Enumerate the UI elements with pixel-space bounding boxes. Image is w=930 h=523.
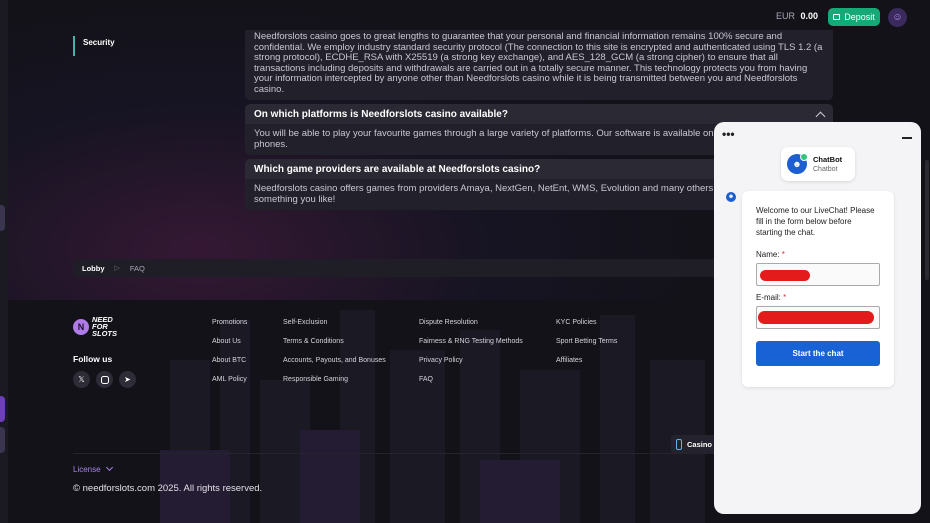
footer-link-affiliates[interactable]: Affiliates bbox=[556, 357, 582, 364]
currency-label: EUR bbox=[776, 11, 796, 21]
instagram-icon[interactable] bbox=[96, 371, 113, 388]
breadcrumb-current: FAQ bbox=[129, 263, 145, 273]
footer-link-kyc-policies[interactable]: KYC Policies bbox=[556, 319, 596, 326]
footer-link-fairness-rng[interactable]: Fairness & RNG Testing Methods bbox=[419, 338, 523, 345]
faq-answer-1: Needforslots casino goes to great length… bbox=[245, 30, 833, 100]
footer-link-faq[interactable]: FAQ bbox=[419, 376, 433, 383]
chevron-down-icon bbox=[105, 463, 113, 472]
balance-display[interactable]: EUR 0.00 bbox=[776, 11, 818, 21]
copyright: © needforslots.com 2025. All rights rese… bbox=[73, 483, 263, 494]
email-label-text: E-mail: bbox=[756, 293, 781, 302]
license-label: License bbox=[73, 465, 101, 474]
bot-card: ☻ ChatBot Chatbot bbox=[781, 147, 855, 181]
page-scrollbar[interactable] bbox=[925, 160, 929, 280]
faq-question-2[interactable]: On which platforms is Needforslots casin… bbox=[245, 104, 833, 124]
footer-divider bbox=[73, 453, 703, 454]
name-label: Name: * bbox=[756, 250, 880, 259]
rail-tab[interactable] bbox=[0, 205, 5, 231]
balance-amount: 0.00 bbox=[800, 11, 819, 21]
phone-icon bbox=[676, 439, 682, 450]
name-field[interactable] bbox=[756, 263, 880, 286]
required-mark: * bbox=[783, 293, 787, 302]
email-label: E-mail: * bbox=[756, 293, 880, 302]
email-field[interactable] bbox=[756, 306, 880, 329]
logo-icon: N bbox=[73, 318, 89, 335]
casino-badge-label: Casino bbox=[686, 440, 712, 449]
chat-widget: ••• ☻ ChatBot Chatbot ☻ Welcome to our L… bbox=[714, 122, 921, 514]
chatbot-avatar-icon: ☻ bbox=[787, 153, 808, 174]
breadcrumb-separator-icon: ▷ bbox=[114, 265, 120, 272]
footer-link-responsible-gaming[interactable]: Responsible Gaming bbox=[283, 376, 348, 383]
faq-category-security[interactable]: Security bbox=[73, 36, 115, 56]
redacted-mark bbox=[760, 270, 810, 281]
footer-link-aml-policy[interactable]: AML Policy bbox=[212, 376, 247, 383]
minimize-icon[interactable] bbox=[902, 137, 912, 139]
breadcrumb-lobby[interactable]: Lobby bbox=[82, 264, 105, 273]
casino-badge[interactable]: Casino bbox=[671, 435, 717, 454]
welcome-message: Welcome to our LiveChat! Please fill in … bbox=[756, 206, 875, 237]
rail-tab[interactable] bbox=[0, 427, 5, 453]
footer-link-terms[interactable]: Terms & Conditions bbox=[283, 338, 344, 345]
more-options-icon[interactable]: ••• bbox=[722, 127, 735, 141]
telegram-icon[interactable]: ➤ bbox=[119, 371, 136, 388]
faq-question-text: On which platforms is Needforslots casin… bbox=[254, 108, 508, 120]
name-label-text: Name: bbox=[756, 250, 780, 259]
faq-question-text: Which game providers are available at Ne… bbox=[254, 163, 541, 175]
site-logo[interactable]: N NEED FOR SLOTS bbox=[73, 316, 126, 337]
left-rail bbox=[0, 0, 8, 523]
redacted-mark bbox=[758, 311, 874, 324]
bot-name: ChatBot bbox=[813, 155, 843, 164]
footer-link-privacy-policy[interactable]: Privacy Policy bbox=[419, 357, 463, 364]
license-toggle[interactable]: License bbox=[73, 463, 113, 474]
social-links: 𝕏 ➤ bbox=[73, 371, 136, 388]
x-icon[interactable]: 𝕏 bbox=[73, 371, 90, 388]
footer-link-accounts-payouts[interactable]: Accounts, Payouts, and Bonuses bbox=[283, 357, 386, 364]
logo-text: NEED FOR SLOTS bbox=[92, 315, 118, 338]
footer-link-promotions[interactable]: Promotions bbox=[212, 319, 247, 326]
footer-link-sport-betting-terms[interactable]: Sport Betting Terms bbox=[556, 338, 617, 345]
wallet-icon bbox=[833, 14, 841, 20]
start-chat-button[interactable]: Start the chat bbox=[756, 341, 880, 366]
required-mark: * bbox=[781, 250, 785, 259]
bot-mini-avatar-icon: ☻ bbox=[726, 192, 736, 202]
footer-link-about-us[interactable]: About Us bbox=[212, 338, 241, 345]
bot-subtitle: Chatbot bbox=[813, 166, 838, 173]
deposit-button[interactable]: Deposit bbox=[828, 8, 880, 26]
prechat-form: Welcome to our LiveChat! Please fill in … bbox=[742, 191, 894, 387]
follow-us-label: Follow us bbox=[73, 354, 113, 364]
deposit-label: Deposit bbox=[844, 12, 875, 22]
chevron-up-icon[interactable] bbox=[815, 111, 826, 121]
rail-tab-active[interactable] bbox=[0, 396, 5, 422]
footer-link-self-exclusion[interactable]: Self-Exclusion bbox=[283, 319, 327, 326]
avatar[interactable]: ☺ bbox=[888, 8, 907, 27]
top-bar: EUR 0.00 Deposit ☺ bbox=[770, 0, 930, 34]
footer-link-dispute-resolution[interactable]: Dispute Resolution bbox=[419, 319, 478, 326]
user-icon: ☺ bbox=[892, 12, 903, 23]
footer-link-about-btc[interactable]: About BTC bbox=[212, 357, 246, 364]
